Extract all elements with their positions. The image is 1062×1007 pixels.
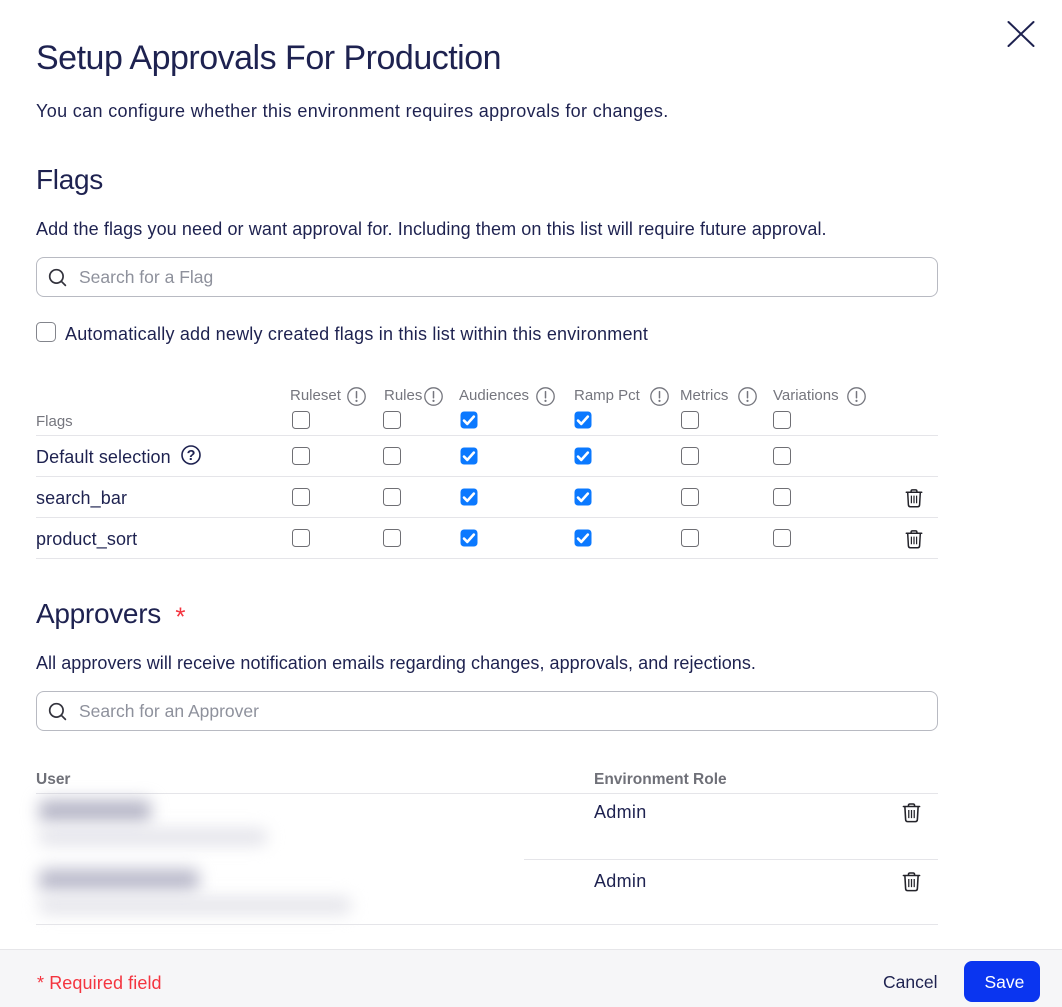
svg-text:?: ? bbox=[187, 448, 196, 464]
